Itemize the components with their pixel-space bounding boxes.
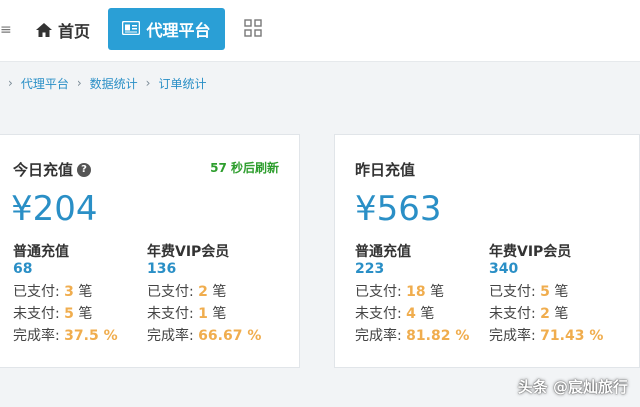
refresh-text: 秒后刷新 — [230, 161, 279, 175]
breadcrumb-item-data-stats[interactable]: 数据统计 — [90, 75, 138, 92]
rate-value: 81.82 % — [406, 328, 470, 344]
unpaid-value: 2 — [540, 306, 550, 322]
yesterday-normal-unpaid: 未支付: 4 笔 — [355, 303, 485, 325]
yesterday-title-text: 昨日充值 — [355, 161, 416, 179]
home-icon — [36, 23, 52, 37]
nav-tab-home[interactable]: 首页 — [36, 16, 90, 44]
yesterday-amount: ¥563 — [355, 189, 442, 229]
paid-value: 5 — [540, 284, 550, 300]
today-vip-rate: 完成率: 66.67 % — [147, 325, 277, 347]
paid-label: 已支付: — [147, 284, 199, 300]
paid-value: 3 — [64, 284, 74, 300]
unpaid-value: 4 — [406, 306, 416, 322]
today-title: 今日充值 ? — [13, 159, 92, 180]
today-title-text: 今日充值 — [13, 161, 74, 179]
id-card-icon — [122, 20, 141, 39]
paid-label: 已支付: — [13, 284, 65, 300]
help-circle-icon[interactable]: ? — [77, 162, 92, 177]
today-vip-unpaid: 未支付: 1 笔 — [147, 303, 277, 325]
yesterday-vip-rate: 完成率: 71.43 % — [489, 325, 619, 347]
rate-label: 完成率: — [489, 328, 541, 344]
yesterday-title: 昨日充值 — [355, 159, 415, 180]
today-recharge-card: 今日充值 ? 57 秒后刷新 ¥204 普通充值 68 已支付: 3 笔 未支付… — [0, 134, 300, 368]
rate-label: 完成率: — [147, 328, 199, 344]
rate-label: 完成率: — [355, 328, 407, 344]
yesterday-normal-count: 223 — [355, 261, 385, 277]
breadcrumb-item-agent-platform[interactable]: 代理平台 — [21, 75, 69, 92]
unpaid-label: 未支付: — [13, 306, 65, 322]
unpaid-unit: 笔 — [207, 306, 227, 322]
yesterday-normal-rate: 完成率: 81.82 % — [355, 325, 485, 347]
today-normal-column: 普通充值 68 已支付: 3 笔 未支付: 5 笔 完成率: 37.5 % — [13, 241, 143, 347]
today-normal-unpaid: 未支付: 5 笔 — [13, 303, 143, 325]
breadcrumb-separator: › — [76, 76, 82, 90]
rate-value: 37.5 % — [64, 328, 118, 344]
today-vip-name: 年费VIP会员 — [147, 244, 230, 260]
paid-unit: 笔 — [425, 284, 445, 300]
paid-unit: 笔 — [73, 284, 93, 300]
watermark: 头条 @宸灿旅行 — [517, 378, 628, 396]
today-vip-column: 年费VIP会员 136 已支付: 2 笔 未支付: 1 笔 完成率: 66.67… — [147, 241, 277, 347]
yesterday-vip-unpaid: 未支付: 2 笔 — [489, 303, 619, 325]
rate-label: 完成率: — [13, 328, 65, 344]
paid-value: 2 — [198, 284, 208, 300]
yesterday-vip-paid: 已支付: 5 笔 — [489, 281, 619, 303]
today-vip-count: 136 — [147, 261, 177, 277]
rate-value: 66.67 % — [198, 328, 262, 344]
top-navbar: ≡ 首页 代理平台 — [0, 0, 640, 62]
yesterday-normal-name: 普通充值 — [355, 244, 411, 260]
today-normal-rate: 完成率: 37.5 % — [13, 325, 143, 347]
today-amount: ¥204 — [11, 189, 98, 229]
grid-icon[interactable] — [244, 19, 262, 37]
breadcrumb-separator: › — [145, 76, 151, 90]
breadcrumb-separator: › — [8, 76, 13, 90]
unpaid-label: 未支付: — [355, 306, 407, 322]
rate-value: 71.43 % — [540, 328, 604, 344]
unpaid-value: 1 — [198, 306, 208, 322]
unpaid-unit: 笔 — [415, 306, 435, 322]
unpaid-unit: 笔 — [73, 306, 93, 322]
breadcrumb-item-order-stats[interactable]: 订单统计 — [158, 75, 206, 92]
nav-tab-agent-platform[interactable]: 代理平台 — [108, 8, 225, 50]
paid-unit: 笔 — [207, 284, 227, 300]
refresh-seconds: 57 — [210, 161, 227, 175]
breadcrumb: › 代理平台 › 数据统计 › 订单统计 — [8, 74, 206, 92]
yesterday-normal-column: 普通充值 223 已支付: 18 笔 未支付: 4 笔 完成率: 81.82 % — [355, 241, 485, 347]
unpaid-unit: 笔 — [549, 306, 569, 322]
refresh-countdown: 57 秒后刷新 — [210, 159, 279, 176]
yesterday-recharge-card: 昨日充值 ¥563 普通充值 223 已支付: 18 笔 未支付: 4 笔 完成… — [334, 134, 640, 368]
unpaid-label: 未支付: — [489, 306, 541, 322]
today-normal-count: 68 — [13, 261, 33, 277]
unpaid-label: 未支付: — [147, 306, 199, 322]
paid-label: 已支付: — [355, 284, 407, 300]
yesterday-vip-column: 年费VIP会员 340 已支付: 5 笔 未支付: 2 笔 完成率: 71.43… — [489, 241, 619, 347]
yesterday-normal-paid: 已支付: 18 笔 — [355, 281, 485, 303]
paid-value: 18 — [406, 284, 426, 300]
nav-home-label: 首页 — [58, 22, 91, 41]
nav-active-label: 代理平台 — [146, 21, 211, 40]
paid-unit: 笔 — [549, 284, 569, 300]
today-vip-paid: 已支付: 2 笔 — [147, 281, 277, 303]
yesterday-vip-name: 年费VIP会员 — [489, 244, 572, 260]
paid-label: 已支付: — [489, 284, 541, 300]
today-normal-paid: 已支付: 3 笔 — [13, 281, 143, 303]
today-normal-name: 普通充值 — [13, 244, 69, 260]
unpaid-value: 5 — [64, 306, 74, 322]
yesterday-vip-count: 340 — [489, 261, 519, 277]
menu-edge-icon[interactable]: ≡ — [0, 22, 12, 38]
